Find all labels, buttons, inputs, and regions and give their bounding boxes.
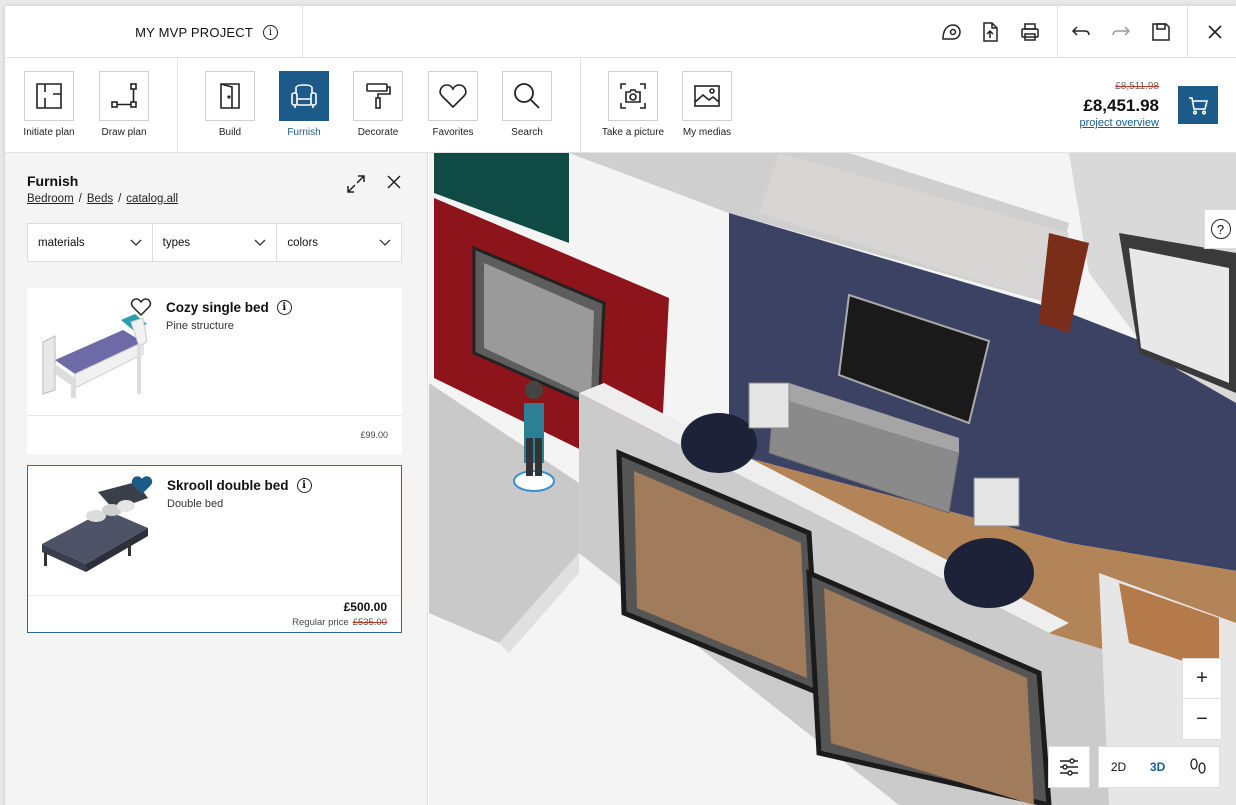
tool-build[interactable]: Build	[193, 71, 267, 138]
furnish-panel: Furnish Bedroom / Beds / catalog.all materia…	[5, 153, 428, 805]
product-name: Skrooll double bed	[167, 478, 289, 493]
product-card-selected[interactable]: Skrooll double bed i Double bed £500.00 …	[27, 465, 402, 633]
tool-draw-plan[interactable]: Draw plan	[87, 71, 161, 138]
tool-search[interactable]: Search	[490, 71, 564, 138]
heart-icon	[439, 84, 467, 109]
plan-icon	[36, 83, 62, 109]
armchair-icon	[291, 84, 317, 108]
project-header: MY MVP PROJECT i	[5, 6, 303, 58]
filter-label: materials	[38, 236, 85, 249]
filter-colors[interactable]: colors	[277, 224, 401, 261]
single-bed-image	[42, 314, 148, 398]
view-2d-button[interactable]: 2D	[1111, 760, 1126, 774]
breadcrumb-beds[interactable]: Beds	[87, 193, 113, 205]
3d-viewport[interactable]: ? + − 2D 3D	[429, 153, 1236, 805]
help-button[interactable]: ?	[1204, 209, 1236, 249]
zoom-in-button[interactable]: +	[1183, 659, 1221, 699]
paint-roller-icon	[366, 83, 391, 109]
old-price: £8,511.98	[1115, 81, 1159, 92]
project-title: MY MVP PROJECT	[135, 24, 253, 40]
undo-icon[interactable]	[1068, 19, 1094, 45]
total-price: £8,451.98	[1083, 96, 1159, 115]
tool-decorate[interactable]: Decorate	[341, 71, 415, 138]
breadcrumb-catalog[interactable]: catalog.all	[126, 193, 178, 205]
search-icon	[514, 83, 540, 109]
tool-label: Initiate plan	[23, 127, 75, 138]
tool-label: Draw plan	[101, 127, 147, 138]
project-overview-link[interactable]: project overview	[1080, 117, 1159, 129]
filter-bar: materials types colors	[27, 223, 402, 262]
info-icon[interactable]: i	[263, 24, 278, 40]
view-3d-button[interactable]: 3D	[1150, 760, 1165, 774]
view-mode-switch: 2D 3D	[1098, 746, 1220, 788]
expand-icon[interactable]	[345, 173, 367, 195]
close-icon[interactable]	[1202, 19, 1228, 45]
search-tour-icon[interactable]	[938, 19, 964, 45]
title-bar: MY MVP PROJECT i	[5, 6, 1236, 58]
print-icon[interactable]	[1017, 19, 1043, 45]
door-icon	[220, 83, 240, 109]
tool-favorites[interactable]: Favorites	[416, 71, 490, 138]
image-icon	[694, 85, 720, 107]
breadcrumb-bedroom[interactable]: Bedroom	[27, 193, 74, 205]
info-icon[interactable]: i	[296, 478, 312, 493]
filter-label: types	[162, 236, 191, 249]
chevron-down-icon	[379, 239, 391, 246]
save-icon[interactable]	[1148, 19, 1174, 45]
tool-label: Decorate	[357, 127, 399, 138]
export-file-icon[interactable]	[977, 19, 1003, 45]
view-settings-button[interactable]	[1048, 746, 1090, 788]
redo-icon[interactable]	[1108, 19, 1134, 45]
chevron-down-icon	[254, 239, 266, 246]
product-footer: £99.00	[27, 415, 402, 454]
draw-icon	[111, 83, 137, 108]
zoom-out-button[interactable]: −	[1183, 699, 1221, 739]
product-name-row: Cozy single bed i	[166, 300, 292, 315]
cart-button[interactable]	[1178, 86, 1218, 124]
favorite-heart-icon[interactable]	[130, 297, 152, 317]
favorite-heart-filled-icon[interactable]	[131, 475, 153, 495]
tool-my-medias[interactable]: My medias	[670, 71, 744, 138]
regular-price-row: Regular price £535.00	[292, 617, 387, 628]
footsteps-icon[interactable]	[1189, 757, 1207, 777]
tool-label: Furnish	[287, 127, 321, 138]
product-price: £99.00	[360, 430, 388, 440]
product-footer: £500.00 Regular price £535.00	[28, 595, 401, 634]
product-description: Double bed	[167, 498, 224, 510]
product-price: £500.00	[343, 600, 387, 614]
product-name: Cozy single bed	[166, 300, 269, 315]
product-description: Pine structure	[166, 320, 234, 332]
camera-icon	[620, 83, 646, 109]
3d-scene	[429, 153, 1236, 805]
panel-title: Furnish	[27, 173, 79, 189]
product-name-row: Skrooll double bed i	[167, 478, 312, 493]
tool-label: Favorites	[432, 127, 474, 138]
tool-label: Build	[218, 127, 242, 138]
app-window: MY MVP PROJECT i Initiate plan Draw plan…	[5, 6, 1236, 805]
tool-furnish[interactable]: Furnish	[267, 71, 341, 138]
regular-price-label: Regular price	[292, 617, 349, 628]
product-card[interactable]: Cozy single bed i Pine structure £99.00	[27, 288, 402, 454]
zoom-controls: + −	[1182, 658, 1222, 740]
tool-label: Take a picture	[601, 127, 665, 138]
double-bed-image	[42, 482, 148, 572]
sliders-icon	[1060, 758, 1078, 776]
help-icon: ?	[1210, 219, 1231, 239]
tool-initiate-plan[interactable]: Initiate plan	[12, 71, 86, 138]
tool-label: Search	[511, 127, 543, 138]
filter-materials[interactable]: materials	[28, 224, 153, 261]
filter-label: colors	[287, 236, 319, 249]
filter-types[interactable]: types	[153, 224, 278, 261]
breadcrumb: Bedroom / Beds / catalog.all	[27, 193, 179, 205]
chevron-down-icon	[130, 239, 142, 246]
tool-label: My medias	[682, 127, 732, 138]
tool-take-picture[interactable]: Take a picture	[596, 71, 670, 138]
regular-price: £535.00	[352, 617, 387, 628]
info-icon[interactable]: i	[276, 300, 292, 315]
main-toolbar: Initiate plan Draw plan Build Furnish De…	[5, 58, 1236, 153]
close-panel-icon[interactable]	[385, 173, 405, 193]
cart-icon	[1189, 97, 1209, 115]
